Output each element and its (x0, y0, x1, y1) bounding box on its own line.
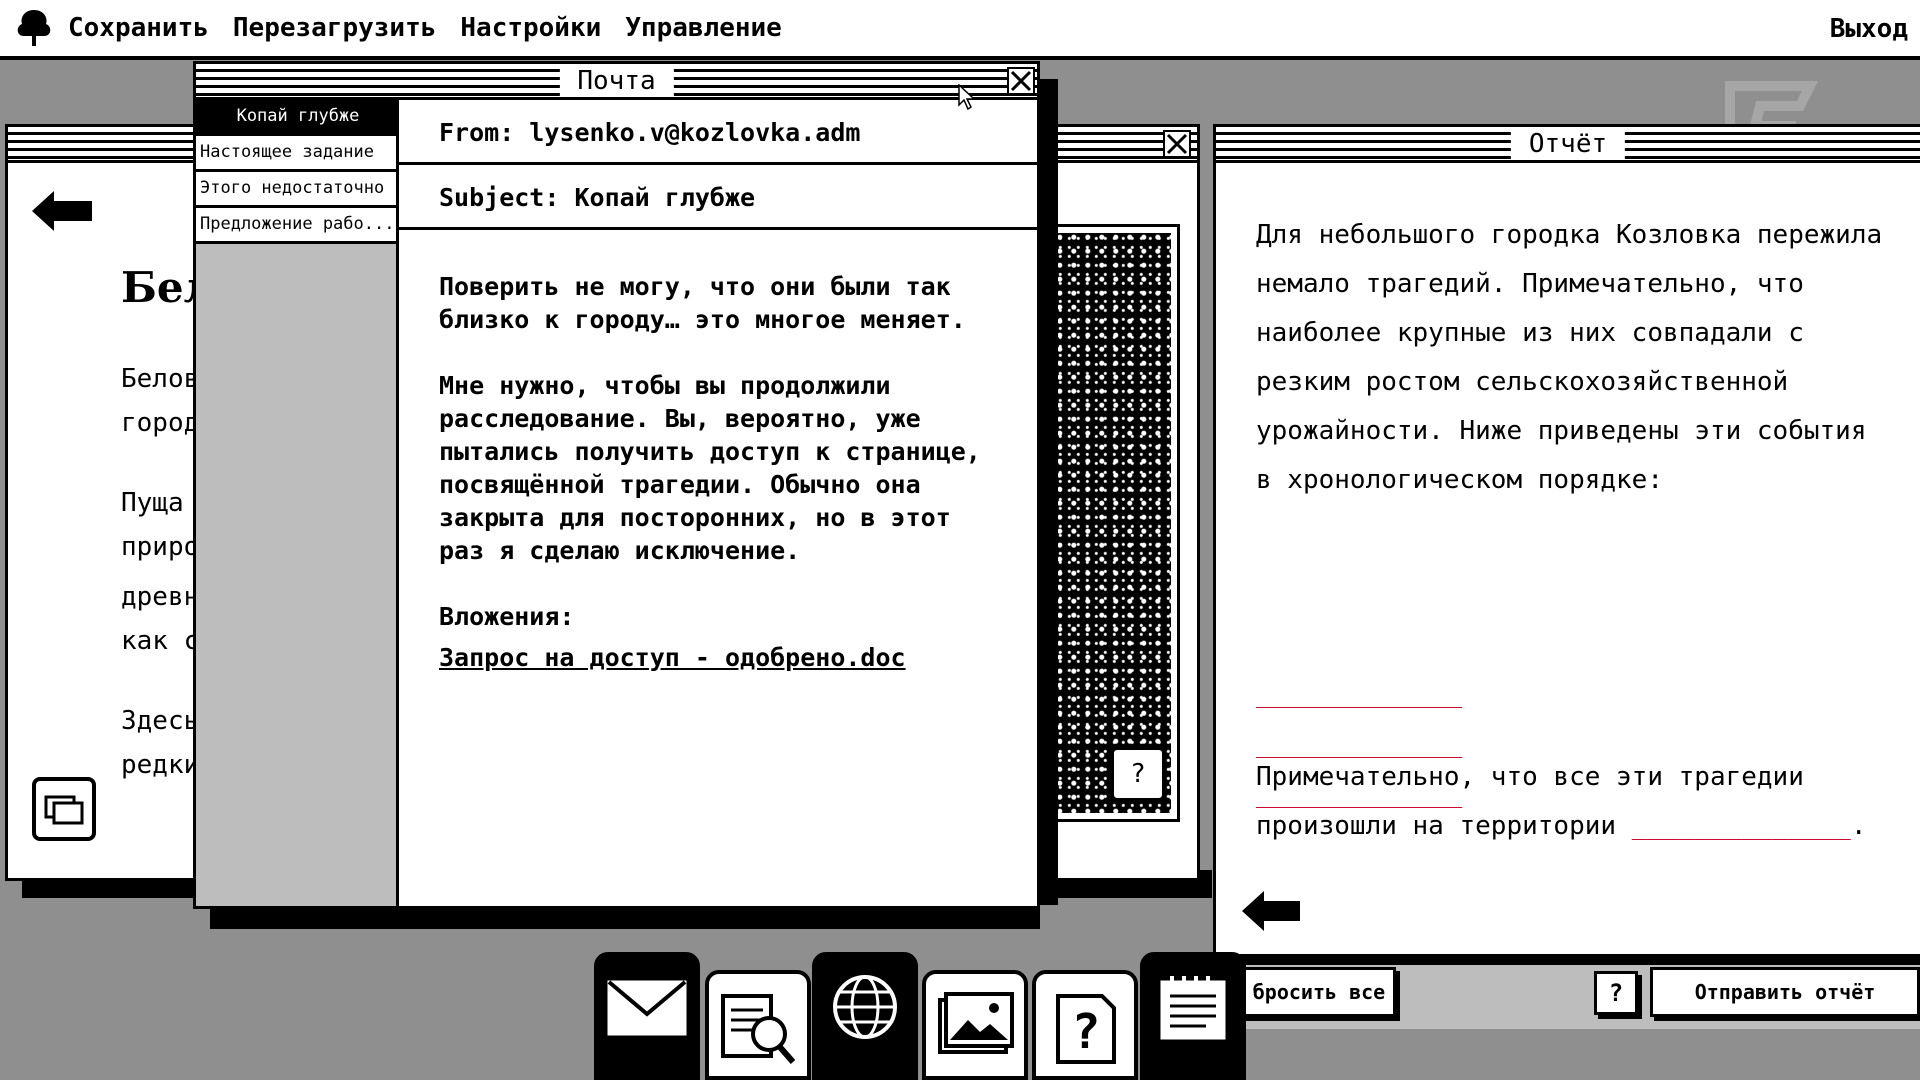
back-arrow-icon[interactable] (1242, 891, 1302, 931)
search-document-icon (721, 994, 796, 1064)
reset-all-button[interactable]: бросить все (1242, 967, 1396, 1017)
article-line: Здесь (121, 706, 200, 736)
article-line: как с (121, 626, 200, 656)
report-blank-1[interactable]: ______________ (1256, 679, 1462, 709)
report-window-title: Отчёт (1510, 129, 1626, 159)
mail-window-title: Почта (559, 66, 674, 96)
dock-mail[interactable] (594, 952, 700, 1080)
mail-attachments-label: Вложения: (439, 602, 575, 631)
window-toggle-button[interactable] (32, 777, 96, 841)
article-line: Белов (121, 364, 200, 394)
photo-help-button[interactable]: ? (1111, 747, 1165, 801)
mail-paragraph: Мне нужно, чтобы вы продолжили расследов… (439, 371, 981, 565)
menu-bar: Сохранить Перезагрузить Настройки Управл… (0, 0, 1920, 60)
close-icon (1010, 70, 1032, 92)
dock-gallery[interactable] (922, 970, 1028, 1080)
submit-report-button[interactable]: Отправить отчёт (1650, 967, 1920, 1017)
save-menu-item[interactable]: Сохранить (68, 13, 209, 43)
mail-content: From: lysenko.v@kozlovka.adm Subject: Ко… (399, 100, 1037, 906)
settings-menu-item[interactable]: Настройки (460, 13, 601, 43)
dock-search[interactable] (705, 970, 811, 1080)
article-line: древн (121, 582, 200, 612)
report-window: Отчёт Для небольшого городка Козловка пе… (1213, 124, 1920, 1029)
mail-window: Почта Копай глубже Настоящее задание Это… (193, 61, 1040, 909)
windows-icon (44, 795, 84, 825)
mail-from: From: lysenko.v@kozlovka.adm (399, 100, 1037, 165)
mail-list-item[interactable]: Копай глубже (196, 100, 396, 136)
notepad-icon (1160, 976, 1226, 1040)
report-window-titlebar[interactable]: Отчёт (1216, 127, 1920, 163)
article-line: приро (121, 532, 200, 562)
mail-list-item[interactable]: Этого недостаточно (196, 172, 396, 208)
mail-body: Поверить не могу, что они были так близк… (439, 270, 999, 707)
article-line: Пуща (121, 488, 184, 518)
dock-notes[interactable] (1140, 952, 1246, 1080)
report-intro: Для небольшого городка Козловка пережила… (1256, 220, 1883, 495)
help-document-icon: ? (1056, 994, 1116, 1064)
mail-window-titlebar[interactable]: Почта (196, 64, 1037, 100)
report-conclusion: Примечательно, что все эти трагедии прои… (1256, 753, 1896, 851)
report-help-button[interactable]: ? (1594, 971, 1638, 1015)
mail-close-button[interactable] (1007, 67, 1035, 95)
back-arrow-icon[interactable] (32, 191, 94, 231)
exit-menu-item[interactable]: Выход (1830, 14, 1908, 44)
image-icon (938, 992, 1014, 1054)
mail-list-item[interactable]: Настоящее задание (196, 136, 396, 172)
close-button[interactable] (1163, 130, 1191, 158)
dock-browser[interactable] (812, 952, 918, 1080)
globe-icon (833, 975, 897, 1039)
mouse-cursor-icon (958, 84, 976, 110)
report-conclusion-end: . (1850, 811, 1867, 841)
article-line: город (121, 408, 200, 438)
dock-help[interactable]: ? (1032, 970, 1138, 1080)
tree-logo-icon[interactable] (12, 6, 56, 50)
mail-list-item[interactable]: Предложение рабо... (196, 208, 396, 244)
mail-icon (607, 980, 687, 1036)
report-blank-territory[interactable]: ______________ (1632, 811, 1851, 841)
reload-menu-item[interactable]: Перезагрузить (233, 13, 437, 43)
mail-list: Копай глубже Настоящее задание Этого нед… (196, 100, 399, 906)
mail-attachment-link[interactable]: Запрос на доступ - одобрено.doc (439, 641, 999, 674)
mail-paragraph: Поверить не могу, что они были так близк… (439, 272, 966, 334)
close-icon (1166, 133, 1188, 155)
manage-menu-item[interactable]: Управление (625, 13, 782, 43)
mail-subject: Subject: Копай глубже (399, 165, 1037, 230)
svg-text:?: ? (1072, 1004, 1101, 1060)
article-line: редки (121, 750, 200, 780)
